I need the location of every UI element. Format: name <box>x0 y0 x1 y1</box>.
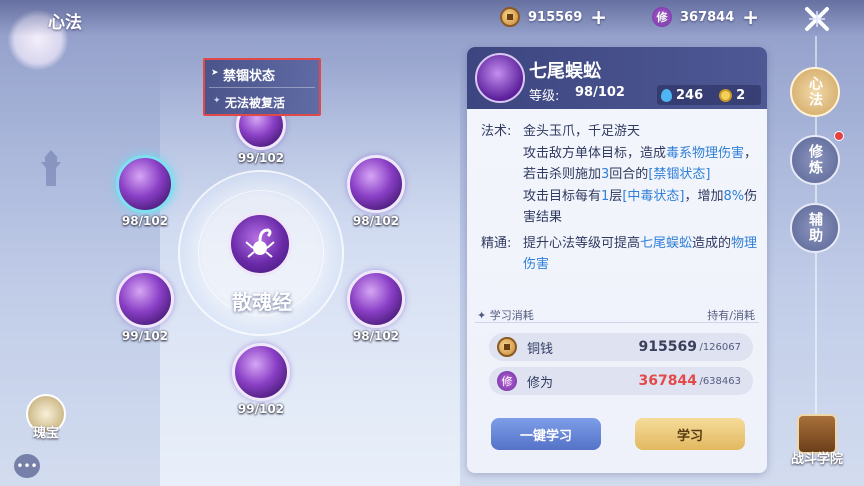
level-label: 等级: <box>529 89 560 104</box>
damage-type-link[interactable]: 毒系物理伤害 <box>666 146 744 161</box>
cost-have: 367844 <box>638 373 697 389</box>
cost-need: /126067 <box>699 341 741 353</box>
center-skill-name: 散魂经 <box>232 290 292 314</box>
add-coin-button[interactable]: + <box>590 7 607 27</box>
pagoda-decoration <box>41 150 61 186</box>
close-button[interactable] <box>800 4 834 34</box>
treasure-button[interactable]: 瑰宝 <box>22 394 70 441</box>
skill-node-level: 98/102 <box>352 329 400 343</box>
skill-node-lower-left[interactable]: 99/102 <box>112 270 178 343</box>
skill-node-level: 98/102 <box>121 214 169 228</box>
cost-row-cultivation: 修 修为 367844 /638463 <box>489 367 753 395</box>
scorpion-emblem[interactable] <box>228 212 292 276</box>
cooldown-value: 2 <box>736 87 746 103</box>
mana-drop-icon <box>661 88 672 102</box>
status-title: 禁锢状态 <box>223 69 276 84</box>
page-title: 心法 <box>48 13 82 33</box>
cost-row-coin: 铜钱 915569 /126067 <box>489 333 753 361</box>
skill-description: 法术: 金头玉爪，千足游天 攻击敌方单体目标，造成毒系物理伤害，若击杀则施加3回… <box>481 121 761 276</box>
status-description: 无法被复活 <box>225 96 286 110</box>
skill-node-orb <box>347 155 405 213</box>
cost-header-right: 持有/消耗 <box>707 309 755 322</box>
tab-xinfa[interactable]: 心法 <box>790 67 840 117</box>
cultivation-icon: 修 <box>652 7 672 27</box>
cost-name: 铜钱 <box>527 341 554 357</box>
tab-support[interactable]: 辅助 <box>790 203 840 253</box>
skill-name: 七尾蜈蚣 <box>529 61 601 82</box>
desc-paragraph: 攻击敌方单体目标，造成毒系物理伤害，若击杀则施加3回合的[禁锢状态] <box>523 145 758 183</box>
desc-paragraph: 提升心法等级可提高七尾蜈蚣造成的物理伤害 <box>523 235 758 273</box>
level-value: 98/102 <box>575 85 625 100</box>
academy-label: 战斗学院 <box>790 452 843 467</box>
desc-label-spell: 法术: <box>481 124 512 139</box>
divider <box>475 322 759 323</box>
skill-stats: 246 2 <box>657 85 761 105</box>
one-click-learn-button[interactable]: 一键学习 <box>491 418 601 450</box>
skill-node-level: 99/102 <box>121 329 169 343</box>
close-icon <box>805 7 829 31</box>
cost-have: 915569 <box>638 339 697 355</box>
sparkle-icon: ✦ <box>213 96 221 106</box>
battle-academy-button[interactable]: 战斗学院 <box>780 414 854 467</box>
cost-title: ✦ 学习消耗 <box>477 309 534 322</box>
coin-resource: 915569 + <box>500 6 607 28</box>
desc-paragraph: 攻击目标每有1层[中毒状态]，增加8%伤害结果 <box>523 188 758 226</box>
skill-node-bottom[interactable]: 99/102 <box>228 343 294 416</box>
status-link[interactable]: [禁锢状态] <box>648 167 710 182</box>
skill-node-level: 98/102 <box>352 214 400 228</box>
divider <box>209 87 315 88</box>
scorpion-icon <box>245 228 275 258</box>
status-tooltip: ➤ 禁锢状态 ✦ 无法被复活 <box>203 58 321 116</box>
centipede-skill-icon <box>475 53 525 103</box>
coin-value: 915569 <box>528 9 583 25</box>
add-cultivation-button[interactable]: + <box>742 7 759 27</box>
skill-node-orb <box>347 270 405 328</box>
skill-node-upper-left[interactable]: 98/102 <box>112 155 178 228</box>
desc-label-mastery: 精通: <box>481 235 512 251</box>
skill-detail-panel: 七尾蜈蚣 等级: 98/102 246 2 法术: 金头玉爪，千足游天 攻击敌方… <box>467 47 767 473</box>
cost-need: /638463 <box>699 375 741 387</box>
cooldown-clock-icon <box>719 88 733 102</box>
skill-detail-header: 七尾蜈蚣 等级: 98/102 246 2 <box>467 47 767 109</box>
mana-cost: 246 <box>676 87 704 103</box>
tab-cultivation[interactable]: 修炼 <box>790 135 840 185</box>
cultivation-icon: 修 <box>497 371 517 391</box>
cultivation-resource: 修 367844 + <box>652 6 759 28</box>
skill-node-level: 99/102 <box>237 151 285 165</box>
tooltip-arrow-icon: ➤ <box>211 68 219 78</box>
skill-node-orb <box>116 270 174 328</box>
skill-node-lower-right[interactable]: 98/102 <box>343 270 409 343</box>
skill-node-orb-selected <box>116 155 174 213</box>
skill-node-level: 99/102 <box>237 402 285 416</box>
skill-node-upper-right[interactable]: 98/102 <box>343 155 409 228</box>
chat-button[interactable]: ••• <box>14 454 40 478</box>
notification-dot <box>834 131 844 141</box>
cultivation-value: 367844 <box>680 9 735 25</box>
cost-name: 修为 <box>527 375 554 391</box>
learn-button[interactable]: 学习 <box>635 418 745 450</box>
treasure-label: 瑰宝 <box>32 426 59 441</box>
chat-icon: ••• <box>16 459 38 473</box>
poison-status-link[interactable]: [中毒状态] <box>622 189 684 204</box>
coin-icon <box>497 337 517 357</box>
skill-node-orb <box>232 343 290 401</box>
desc-line: 金头玉爪，千足游天 <box>523 124 641 139</box>
coin-icon <box>500 7 520 27</box>
